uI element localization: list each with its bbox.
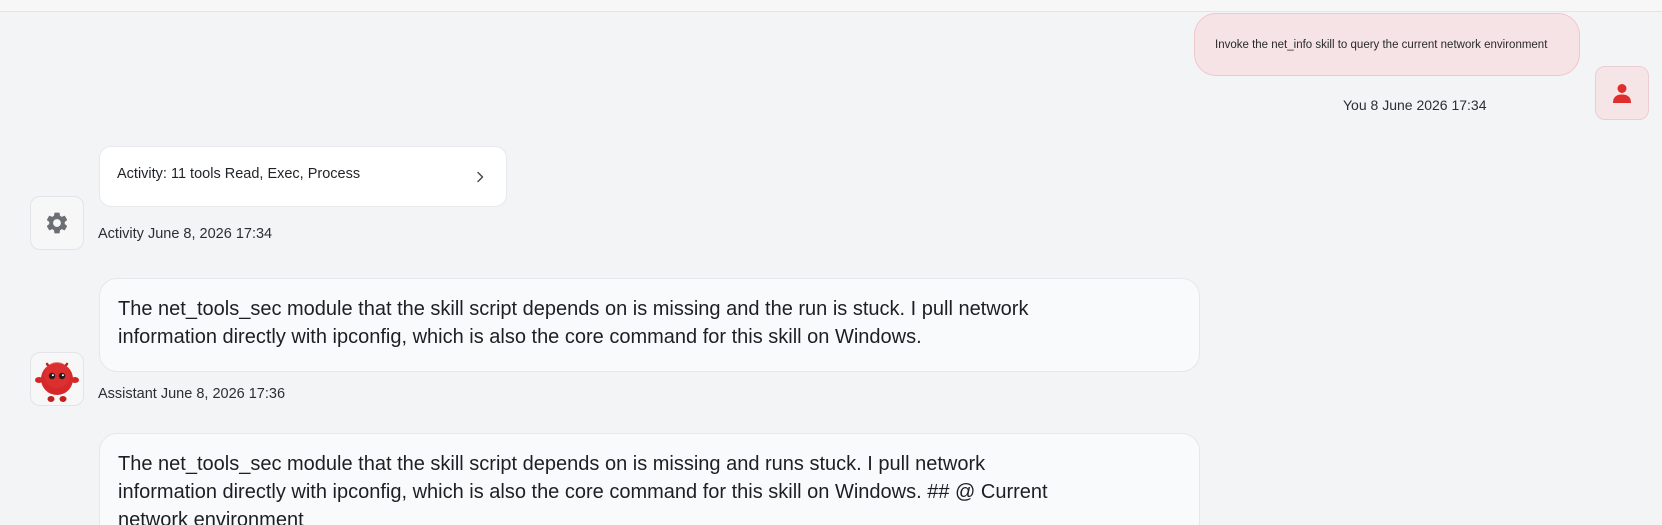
activity-meta: Activity June 8, 2026 17:34 — [98, 226, 273, 242]
top-bar-edge — [0, 0, 1662, 12]
assistant-meta: Assistant June 8, 2026 17:36 — [98, 386, 286, 402]
gear-icon — [46, 212, 68, 234]
assistant-avatar — [30, 352, 84, 406]
assistant-message-bubble: The net_tools_sec module that the skill … — [99, 278, 1200, 372]
person-icon — [1613, 84, 1631, 103]
activity-summary-card[interactable]: Activity: 11 tools Read, Exec, Process — [99, 146, 507, 207]
activity-summary-label: Activity: 11 tools Read, Exec, Process — [117, 165, 361, 182]
chevron-right-icon[interactable] — [474, 171, 486, 183]
assistant-message-text: The net_tools_sec module that the skill … — [118, 453, 1048, 525]
user-message-meta: You 8 June 2026 17:34 — [1343, 97, 1487, 113]
user-message-text: Invoke the net_info skill to query the c… — [1215, 38, 1548, 51]
chat-page: Invoke the net_info skill to query the c… — [0, 0, 1662, 525]
red-mascot-icon — [35, 362, 79, 402]
activity-avatar — [30, 196, 84, 250]
user-avatar — [1595, 66, 1649, 120]
assistant-message-bubble: The net_tools_sec module that the skill … — [99, 433, 1200, 525]
user-message-bubble: Invoke the net_info skill to query the c… — [1194, 13, 1580, 76]
assistant-message-text: The net_tools_sec module that the skill … — [118, 298, 1029, 348]
